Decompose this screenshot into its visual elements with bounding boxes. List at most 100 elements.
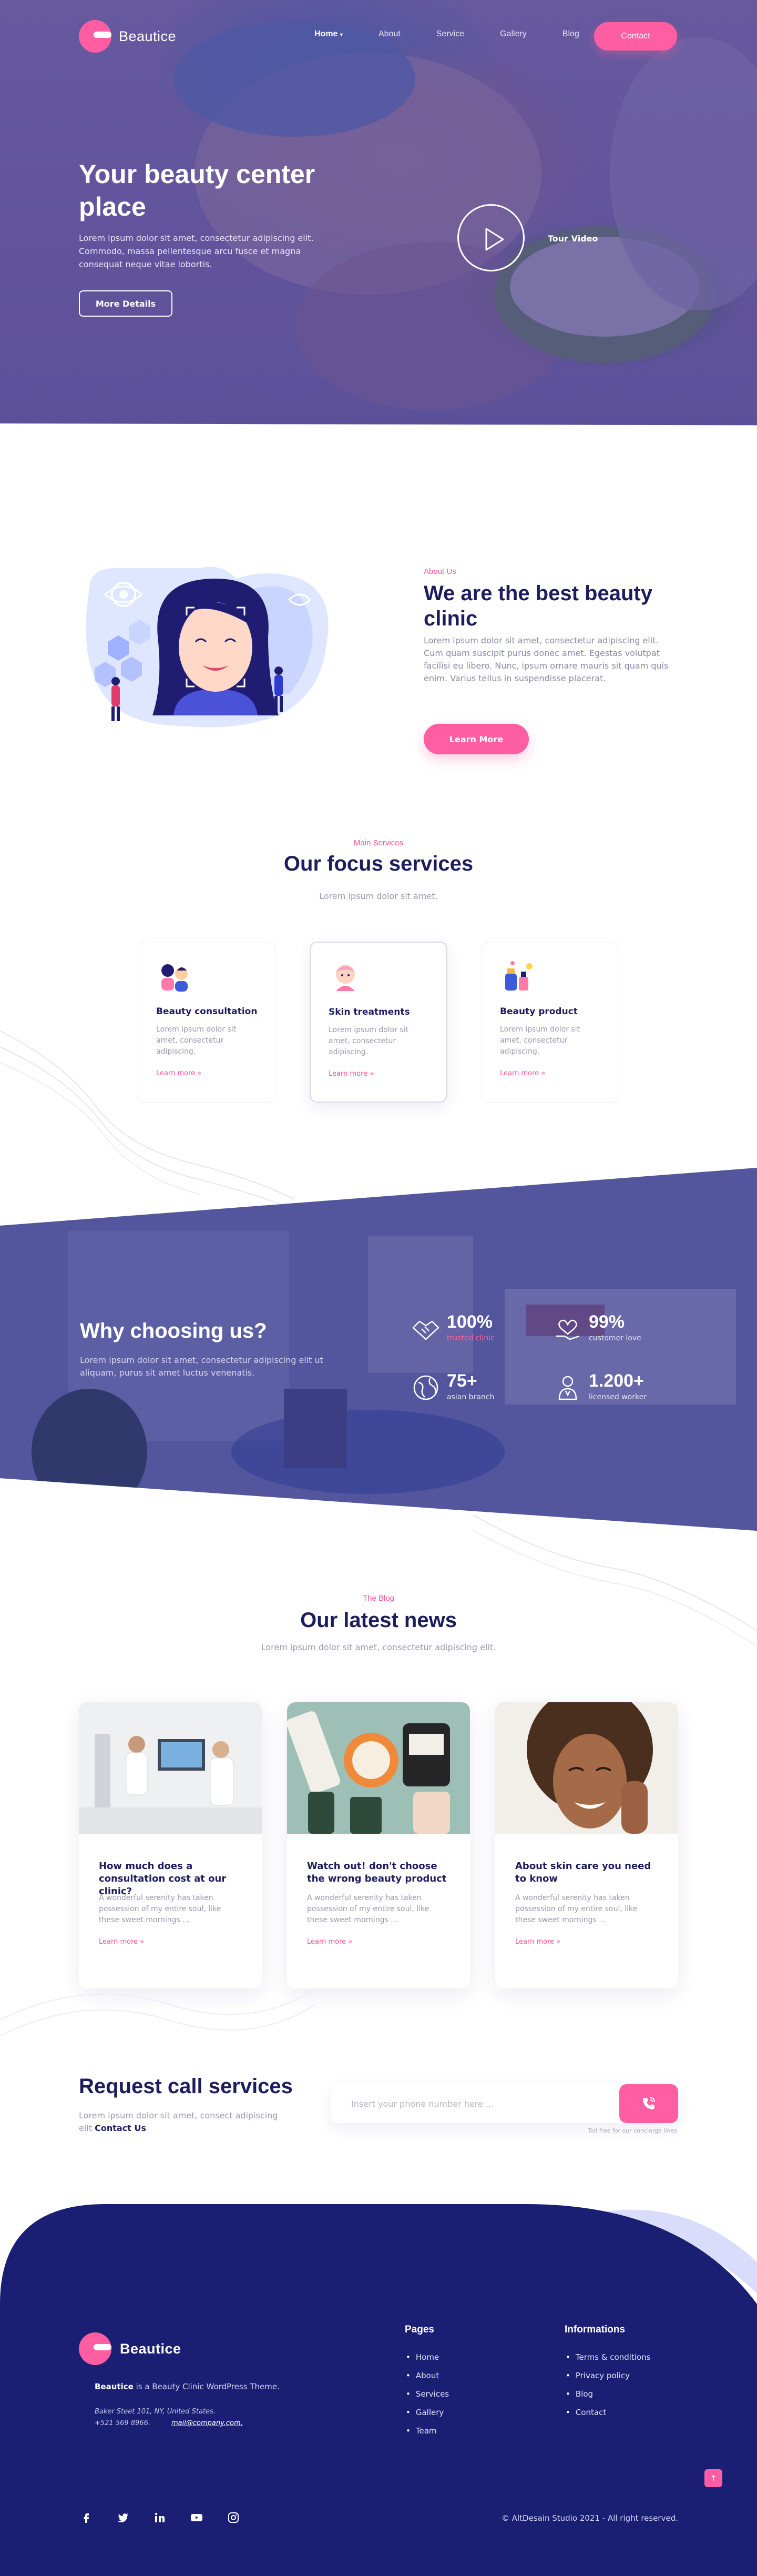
service-card-link[interactable]: Learn more » (156, 1069, 201, 1077)
footer-brand-name: Beautice (120, 2340, 181, 2357)
footer-link-privacy[interactable]: Privacy policy (566, 2367, 650, 2385)
call-title: Request call services (79, 2075, 293, 2098)
footer-email-link[interactable]: mail@company.com. (171, 2419, 243, 2427)
about-illustration (86, 567, 329, 728)
double-chevron-right-icon: » (556, 1938, 561, 1946)
phone-icon (643, 2097, 655, 2109)
blog-post-card[interactable]: About skin care you need to know A wonde… (495, 1702, 678, 1988)
back-to-top-button[interactable]: ↑ (704, 2469, 722, 2487)
service-card-text: Lorem ipsum dolor sit amet, consectetur … (329, 1026, 409, 1056)
blog-post-card[interactable]: Watch out! don't choose the wrong beauty… (287, 1702, 470, 1988)
learn-more-button[interactable]: Learn More (424, 724, 529, 754)
stat-label: asian branch (447, 1393, 495, 1401)
double-chevron-right-icon: » (348, 1938, 353, 1946)
beauty-product-icon (505, 961, 533, 991)
post-link[interactable]: Learn more » (515, 1938, 560, 1946)
footer-address: Baker Steet 101, NY, United States. +521… (95, 2408, 243, 2427)
instagram-icon[interactable] (226, 2510, 241, 2525)
about-title: We are the best beauty clinic (424, 582, 652, 630)
contact-us-link[interactable]: Contact Us (95, 2123, 146, 2133)
about-tag: About Us (424, 567, 456, 576)
youtube-icon[interactable] (189, 2510, 204, 2525)
blog-subtitle: Lorem ipsum dolor sit amet, consectetur … (261, 1642, 496, 1652)
phone-form (331, 2084, 678, 2123)
more-details-button[interactable]: More Details (79, 290, 172, 317)
post-title[interactable]: Watch out! don't choose the wrong beauty… (307, 1860, 456, 1885)
stat-label: customer love (589, 1334, 641, 1342)
post-text: A wonderful serenity has taken possessio… (99, 1894, 221, 1924)
footer-logo[interactable]: Beautice (79, 2332, 181, 2365)
double-chevron-right-icon: » (370, 1070, 374, 1078)
service-card[interactable]: Skin treatments Lorem ipsum dolor sit am… (310, 942, 447, 1103)
stat-value: 1.200+ (589, 1371, 644, 1391)
stat-value: 99% (589, 1312, 625, 1332)
brand-logo[interactable]: Beautice (79, 20, 176, 53)
arrow-up-icon: ↑ (710, 2473, 717, 2483)
blog-tag: The Blog (362, 1594, 395, 1603)
service-card-title: Beauty consultation (156, 1006, 258, 1017)
footer-link-blog[interactable]: Blog (566, 2385, 650, 2403)
tour-video-label[interactable]: Tour Video (548, 234, 598, 244)
stat-label: licensed worker (589, 1393, 647, 1401)
service-card[interactable]: Beauty consultation Lorem ipsum dolor si… (138, 942, 275, 1103)
stat-licensed-worker: 1.200+ licensed worker (552, 1371, 678, 1408)
twitter-icon[interactable] (116, 2510, 130, 2525)
nav-item-home[interactable]: Home ▾ (314, 29, 343, 39)
footer-description: Beautice is a Beauty Clinic WordPress Th… (95, 2382, 280, 2391)
why-section (0, 1168, 757, 1531)
post-text: A wonderful serenity has taken possessio… (515, 1894, 638, 1924)
stat-label: trusted clinic (447, 1334, 495, 1342)
call-text: Lorem ipsum dolor sit amet, consect adip… (79, 2110, 278, 2133)
post-image-consultation (79, 1702, 262, 1834)
footer-pages-title: Pages (405, 2324, 434, 2335)
nav-item-gallery[interactable]: Gallery (500, 29, 527, 39)
contact-button[interactable]: Contact (594, 22, 677, 50)
nav-item-about[interactable]: About (378, 29, 401, 39)
facebook-icon[interactable] (79, 2510, 94, 2525)
skin-treatment-icon (336, 965, 355, 991)
footer-pages-list: Home About Services Gallery Team (406, 2348, 449, 2440)
double-chevron-right-icon: » (197, 1069, 202, 1077)
footer-link-terms[interactable]: Terms & conditions (566, 2348, 651, 2367)
why-title: Why choosing us? (80, 1319, 267, 1342)
post-link[interactable]: Learn more » (307, 1938, 352, 1946)
footer-link-services[interactable]: Services (406, 2385, 449, 2403)
post-link[interactable]: Learn more » (99, 1938, 144, 1946)
play-video-button[interactable] (457, 204, 525, 271)
services-title: Our focus services (283, 852, 474, 875)
linkedin-icon[interactable] (152, 2510, 167, 2525)
chevron-down-icon: ▾ (340, 32, 343, 38)
footer-link-gallery[interactable]: Gallery (406, 2403, 449, 2422)
post-image-skin-care (495, 1702, 678, 1834)
post-title[interactable]: About skin care you need to know (515, 1860, 664, 1885)
worker-icon (558, 1376, 577, 1400)
brand-name: Beautice (119, 28, 177, 44)
footer-phone: +521 569 8966. (95, 2419, 150, 2427)
footer-link-about[interactable]: About (406, 2367, 449, 2385)
nav-item-service[interactable]: Service (436, 29, 464, 39)
blog-title: Our latest news (300, 1609, 457, 1632)
service-card-title: Beauty product (500, 1006, 578, 1017)
double-chevron-right-icon: » (541, 1069, 546, 1077)
footer-link-contact[interactable]: Contact (566, 2403, 650, 2422)
handshake-icon (412, 1320, 439, 1340)
services-tag: Main Services (353, 839, 404, 847)
services-subtitle: Lorem ipsum dolor sit amet. (319, 891, 438, 901)
main-menu: Home ▾ About Service Gallery Blog (314, 29, 615, 39)
logo-mark-icon (79, 2332, 111, 2365)
service-card-link[interactable]: Learn more » (500, 1069, 545, 1077)
globe-icon (413, 1375, 438, 1400)
call-submit-button[interactable] (619, 2084, 678, 2123)
footer-link-team[interactable]: Team (406, 2422, 449, 2440)
logo-mark-icon (79, 20, 111, 53)
phone-input[interactable] (351, 2096, 603, 2112)
why-overlay (0, 1168, 757, 1531)
service-card-link[interactable]: Learn more » (329, 1070, 374, 1078)
blog-post-card[interactable]: How much does a consultation cost at our… (79, 1702, 262, 1988)
nav-item-blog[interactable]: Blog (562, 29, 579, 39)
why-text: Lorem ipsum dolor sit amet, consectetur … (80, 1355, 323, 1378)
stat-customer-love: 99% customer love (552, 1312, 678, 1349)
service-card[interactable]: Beauty product Lorem ipsum dolor sit ame… (482, 942, 619, 1103)
footer-link-home[interactable]: Home (406, 2348, 449, 2367)
copyright: © AltDesain Studio 2021 - All right rese… (501, 2513, 678, 2523)
